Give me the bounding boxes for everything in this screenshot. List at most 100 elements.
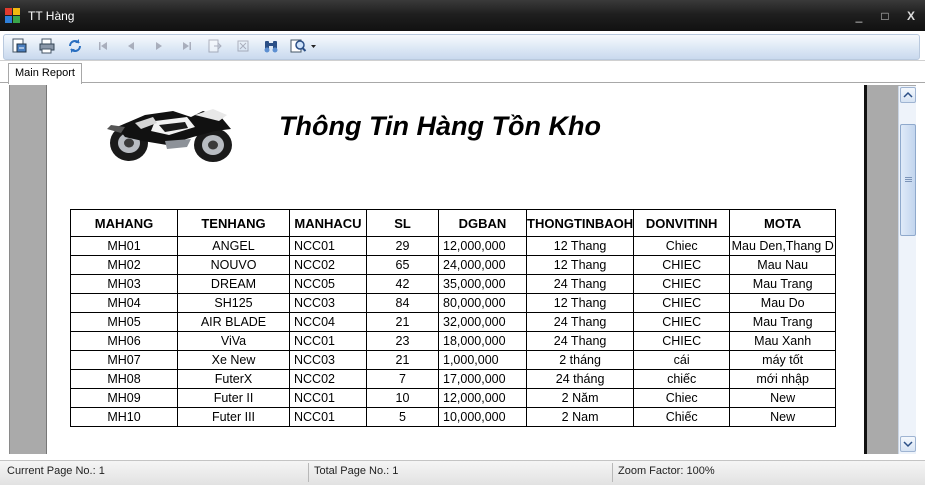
report-toolbar	[0, 31, 925, 61]
table-row: MH01 ANGEL NCC01 29 12,000,000 12 Thang Chiec M…	[70, 236, 837, 256]
table-cell: Futer III	[177, 407, 290, 427]
chevron-down-icon	[903, 441, 913, 448]
export-button[interactable]	[9, 36, 29, 56]
table-cell: mới nhập	[729, 369, 837, 389]
page-edge	[864, 85, 867, 454]
table-cell: CHIEC	[633, 255, 731, 275]
table-cell: 12 Thang	[525, 236, 635, 256]
print-button[interactable]	[37, 36, 57, 56]
table-cell: ANGEL	[177, 236, 290, 256]
find-icon	[264, 40, 278, 52]
app-icon[interactable]	[5, 7, 21, 24]
refresh-button[interactable]	[65, 36, 85, 56]
table-cell: 12,000,000	[438, 236, 527, 256]
table-cell: 12 Thang	[525, 293, 635, 313]
table-cell: Chiếc	[633, 407, 731, 427]
next-page-button[interactable]	[149, 36, 169, 56]
zoom-factor-label: Zoom Factor: 100%	[618, 465, 715, 477]
table-row: MH09 Futer II NCC01 10 12,000,000 2 Năm Chiec N…	[70, 388, 837, 408]
refresh-icon	[69, 38, 81, 53]
column-header: TENHANG	[177, 209, 290, 237]
scroll-down-button[interactable]	[900, 436, 916, 452]
table-cell: Futer II	[177, 388, 290, 408]
column-header: MANHACU	[289, 209, 367, 237]
tab-strip: Main Report	[0, 61, 925, 84]
previous-page-button[interactable]	[121, 36, 141, 56]
status-bar: Current Page No.: 1 Total Page No.: 1 Zo…	[0, 460, 925, 485]
table-cell: NCC01	[289, 388, 367, 408]
close-button[interactable]: X	[903, 8, 919, 24]
column-header: DGBAN	[438, 209, 527, 237]
table-cell: New	[729, 388, 837, 408]
export-icon	[12, 38, 27, 52]
table-cell: CHIEC	[633, 331, 731, 351]
table-cell: cái	[633, 350, 731, 370]
table-cell: 10,000,000	[438, 407, 527, 427]
table-cell: MH08	[70, 369, 178, 389]
table-cell: NCC01	[289, 407, 367, 427]
next-page-icon	[156, 41, 162, 50]
total-page-label: Total Page No.: 1	[314, 465, 399, 477]
maximize-button[interactable]: □	[877, 8, 893, 24]
first-page-button[interactable]	[93, 36, 113, 56]
table-cell: NOUVO	[177, 255, 290, 275]
scroll-thumb[interactable]	[900, 124, 916, 236]
tab-main-report[interactable]: Main Report	[8, 63, 82, 84]
table-cell: 84	[366, 293, 439, 313]
report-page: Thông Tin Hàng Tồn Kho MAHANG TENHANG MA…	[46, 85, 864, 454]
table-cell: 29	[366, 236, 439, 256]
table-row: MH02 NOUVO NCC02 65 24,000,000 12 Thang CHIEC M…	[70, 255, 837, 275]
table-cell: Mau Den,Thang D	[729, 236, 837, 256]
table-cell: 24 Thang	[525, 331, 635, 351]
table-cell: NCC02	[289, 255, 367, 275]
table-cell: NCC05	[289, 274, 367, 294]
table-cell: MH06	[70, 331, 178, 351]
table-cell: MH10	[70, 407, 178, 427]
first-page-icon	[99, 41, 107, 50]
table-cell: 10	[366, 388, 439, 408]
table-cell: 7	[366, 369, 439, 389]
table-cell: 12,000,000	[438, 388, 527, 408]
inventory-table: MAHANG TENHANG MANHACU SL DGBAN THONGTIN…	[70, 209, 837, 427]
table-cell: Mau Trang	[729, 274, 837, 294]
vertical-scrollbar[interactable]	[898, 86, 916, 454]
table-cell: 24 tháng	[525, 369, 635, 389]
table-row: MH07 Xe New NCC03 21 1,000,000 2 tháng cái máy …	[70, 350, 837, 370]
table-cell: CHIEC	[633, 274, 731, 294]
go-to-page-button[interactable]	[205, 36, 225, 56]
go-to-page-icon	[208, 39, 222, 52]
table-cell: 12 Thang	[525, 255, 635, 275]
table-cell: 2 Năm	[525, 388, 635, 408]
table-cell: ViVa	[177, 331, 290, 351]
table-cell: NCC02	[289, 369, 367, 389]
report-viewport[interactable]: Thông Tin Hàng Tồn Kho MAHANG TENHANG MA…	[9, 85, 916, 454]
current-page-label: Current Page No.: 1	[7, 465, 105, 477]
table-cell: Xe New	[177, 350, 290, 370]
window-title: TT Hàng	[28, 8, 75, 23]
table-cell: 32,000,000	[438, 312, 527, 332]
table-cell: MH01	[70, 236, 178, 256]
scroll-up-button[interactable]	[900, 87, 916, 103]
print-icon	[39, 38, 55, 53]
column-header: SL	[366, 209, 439, 237]
minimize-button[interactable]: _	[851, 8, 867, 24]
table-row: MH05 AIR BLADE NCC04 21 32,000,000 24 Thang CH…	[70, 312, 837, 332]
find-button[interactable]	[261, 36, 281, 56]
table-cell: 23	[366, 331, 439, 351]
last-page-icon	[183, 41, 191, 50]
table-cell: máy tốt	[729, 350, 837, 370]
table-cell: NCC01	[289, 331, 367, 351]
previous-page-icon	[128, 41, 134, 50]
table-cell: Mau Nau	[729, 255, 837, 275]
table-cell: 24 Thang	[525, 312, 635, 332]
zoom-dropdown-button[interactable]	[289, 36, 317, 56]
table-cell: chiếc	[633, 369, 731, 389]
table-cell: MH02	[70, 255, 178, 275]
table-row: MH08 FuterX NCC02 7 17,000,000 24 tháng chiếc m…	[70, 369, 837, 389]
table-cell: New	[729, 407, 837, 427]
table-cell: 2 Nam	[525, 407, 635, 427]
table-cell: 80,000,000	[438, 293, 527, 313]
stop-button[interactable]	[233, 36, 253, 56]
last-page-button[interactable]	[177, 36, 197, 56]
table-cell: MH07	[70, 350, 178, 370]
